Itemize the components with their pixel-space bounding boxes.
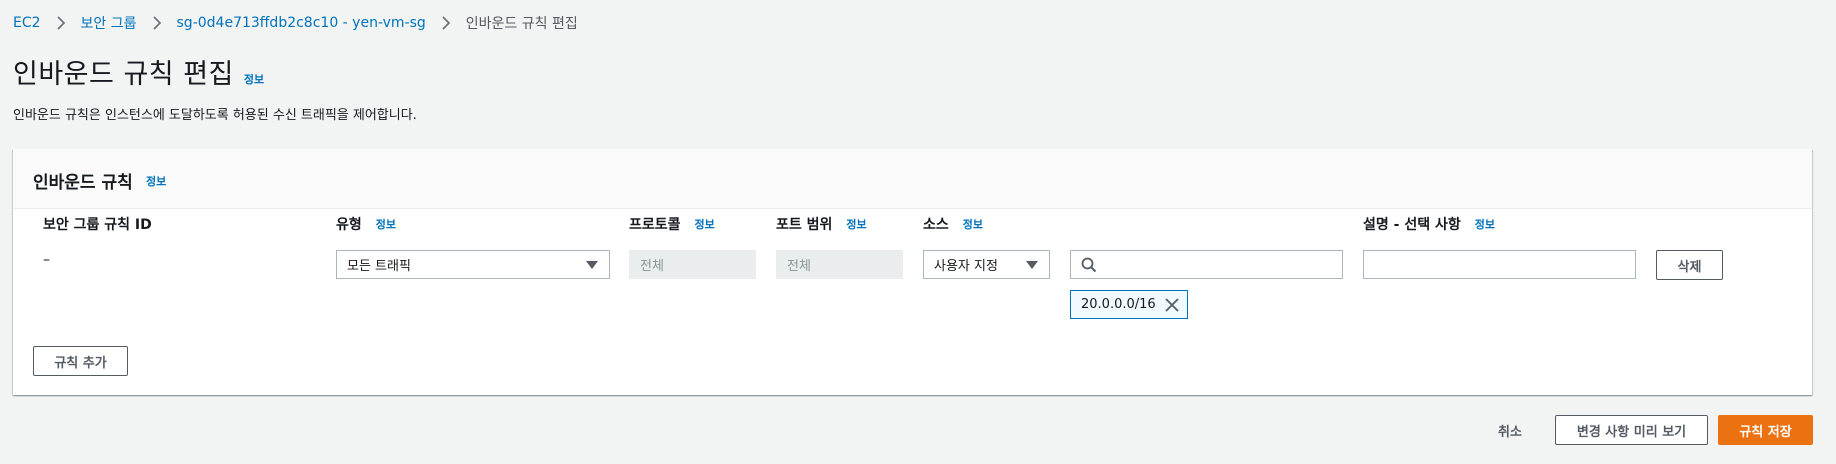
protocol-value: 전체 bbox=[640, 259, 664, 274]
description-input[interactable] bbox=[1363, 250, 1636, 279]
close-icon[interactable] bbox=[1165, 298, 1179, 316]
add-rule-button[interactable]: 규칙 추가 bbox=[33, 346, 128, 376]
col-header-port-range: 포트 범위 정보 bbox=[776, 214, 867, 234]
save-rules-button[interactable]: 규칙 저장 bbox=[1718, 415, 1813, 445]
type-info-link[interactable]: 정보 bbox=[376, 216, 396, 232]
description-info-link[interactable]: 정보 bbox=[1475, 216, 1495, 232]
col-label-type: 유형 bbox=[336, 217, 362, 233]
col-label-rule-id: 보안 그룹 규칙 ID bbox=[43, 217, 152, 233]
delete-rule-button[interactable]: 삭제 bbox=[1656, 250, 1723, 280]
panel-header: 인바운드 규칙 정보 bbox=[13, 149, 1812, 209]
delete-rule-label: 삭제 bbox=[1677, 259, 1702, 275]
add-rule-label: 규칙 추가 bbox=[54, 355, 107, 371]
source-token: 20.0.0.0/16 bbox=[1070, 290, 1188, 319]
page-description: 인바운드 규칙은 인스턴스에 도달하도록 허용된 수신 트래픽을 제어합니다. bbox=[13, 108, 417, 123]
col-header-type: 유형 정보 bbox=[336, 214, 396, 234]
col-header-description: 설명 - 선택 사항 정보 bbox=[1363, 214, 1495, 234]
breadcrumb-security-group[interactable]: sg-0d4e713ffdb2c8c10 - yen-vm-sg bbox=[177, 15, 426, 31]
save-rules-label: 규칙 저장 bbox=[1739, 424, 1792, 440]
source-token-value: 20.0.0.0/16 bbox=[1081, 297, 1156, 312]
col-header-protocol: 프로토콜 정보 bbox=[629, 214, 715, 234]
page-header: 인바운드 규칙 편집 정보 bbox=[13, 52, 264, 91]
source-info-link[interactable]: 정보 bbox=[963, 216, 983, 232]
page-title: 인바운드 규칙 편집 bbox=[13, 59, 234, 90]
type-select-value: 모든 트래픽 bbox=[347, 259, 411, 274]
col-label-source: 소스 bbox=[923, 217, 949, 233]
protocol-info-link[interactable]: 정보 bbox=[695, 216, 715, 232]
breadcrumb: EC2 보안 그룹 sg-0d4e713ffdb2c8c10 - yen-vm-… bbox=[13, 13, 578, 33]
source-type-select[interactable]: 사용자 지정 bbox=[923, 250, 1050, 279]
chevron-right-icon bbox=[149, 15, 165, 31]
port-range-info-link[interactable]: 정보 bbox=[846, 216, 866, 232]
chevron-right-icon bbox=[53, 15, 69, 31]
breadcrumb-ec2[interactable]: EC2 bbox=[13, 15, 41, 31]
breadcrumb-current: 인바운드 규칙 편집 bbox=[465, 16, 578, 32]
protocol-field: 전체 bbox=[629, 250, 756, 279]
port-range-value: 전체 bbox=[787, 259, 811, 274]
col-header-rule-id: 보안 그룹 규칙 ID bbox=[43, 214, 152, 234]
cancel-button[interactable]: 취소 bbox=[1498, 421, 1522, 440]
caret-down-icon bbox=[586, 261, 598, 269]
search-icon bbox=[1081, 257, 1097, 277]
type-select[interactable]: 모든 트래픽 bbox=[336, 250, 610, 279]
col-label-protocol: 프로토콜 bbox=[629, 217, 681, 233]
panel-title: 인바운드 규칙 bbox=[33, 173, 133, 193]
source-search-input[interactable] bbox=[1070, 250, 1343, 279]
rule-id-value: – bbox=[43, 252, 50, 268]
col-label-description: 설명 - 선택 사항 bbox=[1363, 217, 1461, 233]
source-type-value: 사용자 지정 bbox=[934, 259, 998, 274]
breadcrumb-security-groups[interactable]: 보안 그룹 bbox=[81, 13, 137, 33]
preview-changes-button[interactable]: 변경 사항 미리 보기 bbox=[1555, 415, 1708, 445]
page-info-link[interactable]: 정보 bbox=[244, 71, 264, 87]
col-label-port-range: 포트 범위 bbox=[776, 217, 833, 233]
col-header-source: 소스 정보 bbox=[923, 214, 983, 234]
panel-info-link[interactable]: 정보 bbox=[146, 173, 166, 189]
caret-down-icon bbox=[1026, 261, 1038, 269]
chevron-right-icon bbox=[438, 15, 454, 31]
preview-changes-label: 변경 사항 미리 보기 bbox=[1576, 424, 1687, 440]
port-range-field: 전체 bbox=[776, 250, 903, 279]
